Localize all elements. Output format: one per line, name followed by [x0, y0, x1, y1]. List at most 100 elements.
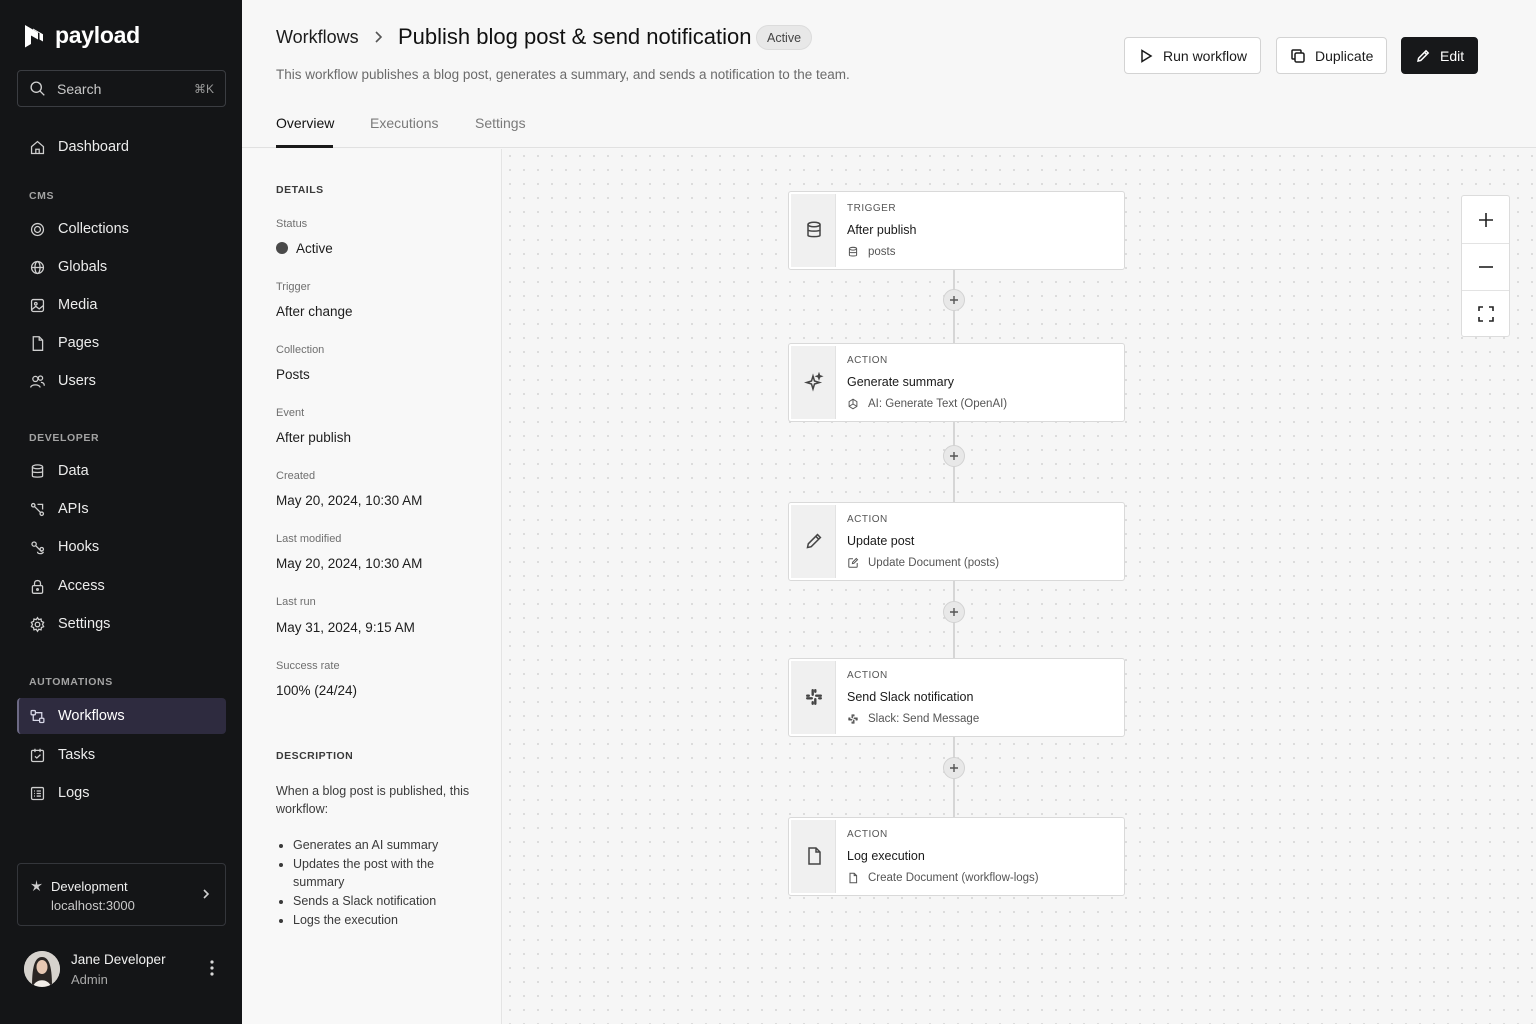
node-subtitle: Slack: Send Message	[847, 713, 979, 725]
add-step-button[interactable]	[943, 601, 965, 623]
add-step-button[interactable]	[943, 445, 965, 467]
workflow-icon	[30, 709, 45, 723]
pencil-icon	[1417, 49, 1430, 62]
duplicate-label: Duplicate	[1315, 47, 1374, 64]
zoom-controls	[1461, 195, 1510, 337]
document-icon	[849, 872, 858, 884]
plus-icon	[950, 764, 958, 772]
api-icon	[30, 502, 45, 516]
sidebar-item-label: Globals	[58, 259, 108, 275]
sidebar-item-label: Settings	[58, 616, 111, 632]
success-rate-label: Success rate	[276, 660, 340, 672]
node-icon-gutter	[791, 820, 836, 893]
page-title: Publish blog post & send notification	[398, 24, 752, 49]
gear-icon	[30, 616, 45, 633]
database-icon	[848, 246, 858, 257]
user-profile[interactable]: Jane Developer Admin	[24, 950, 226, 990]
node-subtitle-text: posts	[868, 246, 896, 258]
sidebar-item-apis[interactable]: APIs	[17, 491, 226, 527]
section-label-cms: CMS	[29, 190, 55, 202]
sidebar-item-globals[interactable]: Globals	[17, 249, 226, 285]
breadcrumb-chevron-icon	[375, 31, 383, 43]
tab-bar: Overview Executions Settings	[242, 104, 1536, 148]
sidebar-item-pages[interactable]: Pages	[17, 325, 226, 361]
database-icon	[31, 463, 44, 478]
kebab-menu-icon[interactable]	[204, 959, 220, 977]
node-subtitle: AI: Generate Text (OpenAI)	[847, 398, 1007, 410]
duplicate-button[interactable]: Duplicate	[1276, 37, 1388, 74]
sidebar-item-users[interactable]: Users	[17, 363, 226, 399]
add-step-button[interactable]	[943, 757, 965, 779]
workflow-node-log-execution[interactable]: ACTION Log execution Create Document (wo…	[788, 817, 1125, 896]
tab-executions[interactable]: Executions	[370, 115, 438, 131]
sidebar-item-label: Media	[58, 297, 98, 313]
sidebar-item-data[interactable]: Data	[17, 453, 226, 489]
details-heading: DETAILS	[276, 184, 324, 196]
environment-host: localhost:3000	[51, 898, 135, 913]
tab-settings[interactable]: Settings	[475, 115, 526, 131]
breadcrumb-workflows[interactable]: Workflows	[276, 27, 359, 48]
sidebar-item-collections[interactable]: Collections	[17, 211, 226, 247]
search-placeholder: Search	[57, 80, 102, 97]
sidebar-item-settings[interactable]: Settings	[17, 606, 226, 642]
sidebar-item-workflows[interactable]: Workflows	[17, 698, 226, 734]
workflow-node-send-slack[interactable]: ACTION Send Slack notification Slack: Se…	[788, 658, 1125, 737]
list-item: Sends a Slack notification	[293, 892, 476, 910]
run-workflow-button[interactable]: Run workflow	[1124, 37, 1262, 74]
sidebar-item-label: Access	[58, 578, 105, 594]
environment-icon	[30, 880, 43, 892]
hook-icon	[31, 540, 45, 554]
sidebar-item-access[interactable]: Access	[17, 568, 226, 604]
sidebar-item-label: APIs	[58, 501, 89, 517]
node-title: Log execution	[847, 849, 925, 863]
tasks-icon	[30, 748, 45, 762]
list-item: Updates the post with the summary	[293, 855, 476, 891]
play-icon	[1141, 48, 1153, 63]
minus-icon	[1478, 265, 1493, 268]
node-kind: ACTION	[847, 670, 888, 681]
page-description: This workflow publishes a blog post, gen…	[276, 67, 850, 82]
slack-icon	[806, 689, 822, 705]
fit-view-button[interactable]	[1462, 290, 1509, 337]
list-item: Generates an AI summary	[293, 836, 476, 854]
list-item: Logs the execution	[293, 911, 476, 929]
node-title: Generate summary	[847, 375, 954, 389]
sidebar-item-media[interactable]: Media	[17, 287, 226, 323]
workflow-node-trigger[interactable]: TRIGGER After publish posts	[788, 191, 1125, 270]
avatar	[24, 951, 60, 987]
workflow-node-generate-summary[interactable]: ACTION Generate summary AI: Generate Tex…	[788, 343, 1125, 422]
section-label-developer: DEVELOPER	[29, 432, 100, 444]
sidebar-item-hooks[interactable]: Hooks	[17, 529, 226, 565]
node-icon-gutter	[791, 505, 836, 578]
sidebar-item-dashboard[interactable]: Dashboard	[17, 129, 226, 165]
trigger-value: After change	[276, 304, 353, 319]
zoom-out-button[interactable]	[1462, 243, 1509, 290]
node-subtitle-text: Update Document (posts)	[868, 557, 1000, 569]
success-rate-value: 100% (24/24)	[276, 683, 358, 698]
active-tab-indicator	[276, 145, 333, 148]
edit-button[interactable]: Edit	[1401, 37, 1479, 74]
created-value: May 20, 2024, 10:30 AM	[276, 493, 423, 508]
environment-switcher[interactable]: Development localhost:3000	[17, 863, 226, 926]
sidebar-item-logs[interactable]: Logs	[17, 775, 226, 811]
node-title: Update post	[847, 534, 915, 548]
sidebar-item-label: Data	[58, 463, 89, 479]
search-input[interactable]: Search ⌘K	[17, 70, 226, 107]
last-modified-label: Last modified	[276, 533, 342, 545]
node-icon-gutter	[791, 194, 836, 267]
zoom-in-button[interactable]	[1462, 196, 1509, 243]
workflow-node-update-post[interactable]: ACTION Update post Update Document (post…	[788, 502, 1125, 581]
add-step-button[interactable]	[943, 289, 965, 311]
node-kind: ACTION	[847, 829, 888, 840]
sidebar-item-label: Hooks	[58, 539, 100, 555]
description-intro: When a blog post is published, this work…	[276, 784, 470, 816]
environment-name: Development	[51, 879, 128, 894]
node-kind: ACTION	[847, 355, 888, 366]
sidebar: payload Search ⌘K Dashboard CMS Collecti…	[0, 0, 242, 1024]
tab-overview[interactable]: Overview	[276, 115, 334, 131]
node-subtitle: posts	[847, 246, 896, 258]
search-icon	[30, 81, 45, 96]
sidebar-item-tasks[interactable]: Tasks	[17, 737, 226, 773]
node-subtitle-text: AI: Generate Text (OpenAI)	[868, 398, 1008, 410]
brand-logo[interactable]: payload	[22, 22, 140, 49]
